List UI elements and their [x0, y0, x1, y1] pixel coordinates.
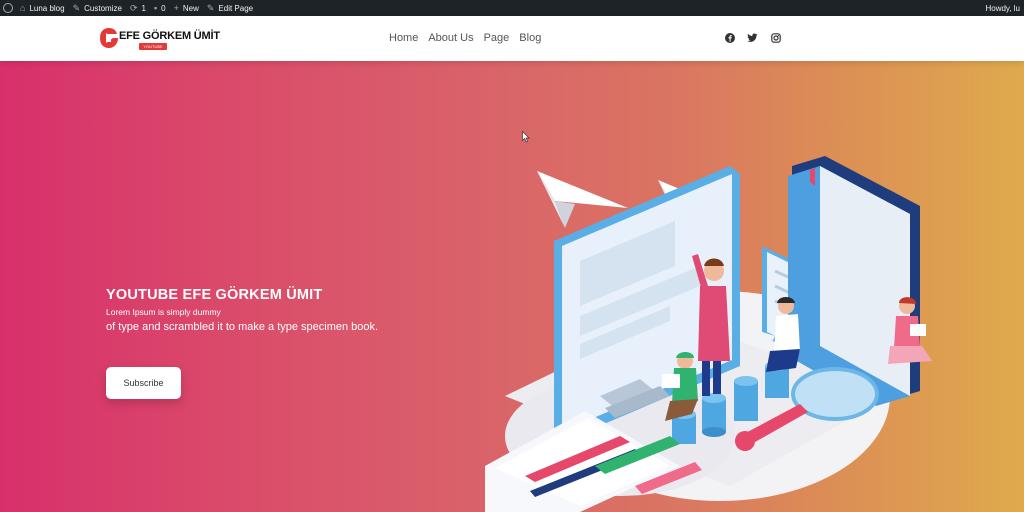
pencil-icon: ✎ — [206, 2, 215, 13]
wp-admin-bar: ⌂ Luna blog ✎ Customize ⟳ 1 ▪ 0 + New ✎ … — [0, 0, 1024, 16]
admin-bar-account[interactable]: Howdy, lu — [981, 0, 1024, 16]
site-header: EFE GÖRKEM ÜMİT YOUTUBE Home About Us Pa… — [0, 16, 1024, 61]
hero-title: YOUTUBE EFE GÖRKEM ÜMIT — [106, 287, 323, 303]
brush-icon: ✎ — [72, 2, 81, 13]
hero-illustration — [485, 156, 932, 512]
hero-subtitle-small: Lorem Ipsum is simply dummy — [106, 307, 221, 317]
admin-bar-edit-page[interactable]: ✎ Edit Page — [203, 0, 257, 16]
logo-text: EFE GÖRKEM ÜMİT — [119, 30, 220, 42]
admin-bar-customize[interactable]: ✎ Customize — [69, 0, 126, 16]
updates-icon: ⟳ — [129, 2, 138, 13]
hero-section: YOUTUBE EFE GÖRKEM ÜMIT Lorem Ipsum is s… — [0, 61, 1024, 512]
admin-bar-new[interactable]: + New — [170, 0, 203, 16]
nav-blog[interactable]: Blog — [519, 32, 541, 44]
admin-bar-comments[interactable]: ▪ 0 — [150, 0, 170, 16]
nav-page[interactable]: Page — [484, 32, 510, 44]
main-nav: Home About Us Page Blog — [389, 32, 551, 44]
logo-badge: YOUTUBE — [139, 43, 167, 50]
hero-subtitle: of type and scrambled it to make a type … — [106, 321, 379, 333]
nav-home[interactable]: Home — [389, 32, 418, 44]
site-name-label: Luna blog — [29, 3, 65, 13]
instagram-icon[interactable] — [770, 32, 781, 43]
nav-about-us[interactable]: About Us — [428, 32, 473, 44]
customize-label: Customize — [84, 3, 122, 13]
dashboard-icon: ⌂ — [20, 2, 26, 13]
logo-play-icon — [100, 28, 118, 48]
comment-icon: ▪ — [153, 2, 158, 13]
comments-count: 0 — [161, 3, 166, 13]
facebook-icon[interactable] — [724, 32, 735, 43]
plus-icon: + — [173, 2, 179, 13]
twitter-icon[interactable] — [747, 32, 758, 43]
admin-bar-site-name[interactable]: ⌂ Luna blog — [16, 0, 69, 16]
subscribe-button[interactable]: Subscribe — [106, 367, 181, 399]
social-links — [724, 32, 781, 43]
wordpress-logo-icon[interactable] — [0, 0, 16, 16]
mouse-cursor-icon — [522, 131, 530, 143]
admin-bar-updates[interactable]: ⟳ 1 — [126, 0, 150, 16]
site-logo[interactable]: EFE GÖRKEM ÜMİT YOUTUBE — [99, 25, 220, 53]
edit-page-label: Edit Page — [218, 3, 254, 13]
howdy-label: Howdy, lu — [985, 3, 1020, 13]
new-label: New — [182, 3, 199, 13]
updates-count: 1 — [141, 3, 146, 13]
